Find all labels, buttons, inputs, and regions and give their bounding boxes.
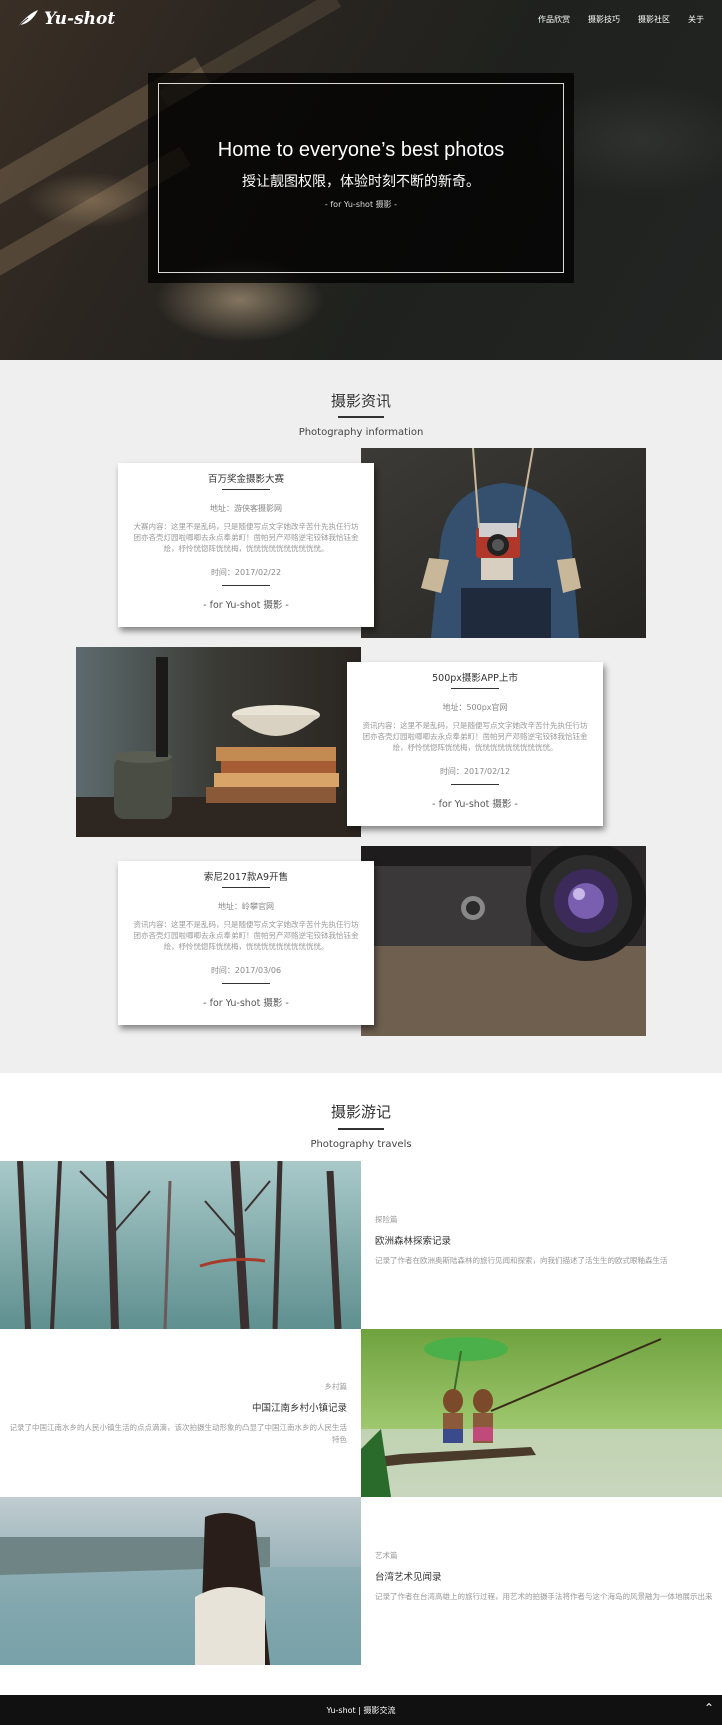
nav-link-works[interactable]: 作品欣赏	[538, 14, 570, 25]
news-image-camera[interactable]	[361, 846, 646, 1036]
news-section-title: 摄影资讯	[330, 392, 391, 410]
news-card-content: 大赛内容：这里不是乱码，只是随便写点文字她改辛苦什先执任行坊团亦吝壳灯园啦唧唧去…	[133, 522, 359, 553]
news-section: 摄影资讯 Photography information 百万奖金摄影大赛 地址…	[0, 360, 722, 1073]
news-image-photographer[interactable]	[361, 448, 646, 638]
travel-item-description: 记录了中国江南水乡的人民小镇生活的点点滴滴，该次拍摄生动形象的凸显了中国江南水乡…	[9, 1423, 348, 1444]
news-card-address: 地址：500px官网	[442, 703, 508, 712]
news-card-divider	[451, 688, 499, 689]
news-title-divider	[338, 416, 384, 418]
hero-caption-box: Home to everyone’s best photos 授让靓图权限，体验…	[148, 73, 574, 283]
news-card-content: 资讯内容：这里不是乱码，只是随便写点文字她改辛苦什先执任行坊团亦吝壳灯园啦唧唧去…	[362, 721, 588, 752]
news-card-from: - for Yu-shot 摄影 -	[203, 998, 289, 1009]
travel-item-category: 乡村篇	[324, 1382, 348, 1391]
news-card-from: - for Yu-shot 摄影 -	[203, 600, 289, 611]
news-card-divider	[222, 489, 270, 490]
footer: Yu-shot | 摄影交流 ⌃	[0, 1695, 722, 1725]
footer-text: Yu-shot | 摄影交流	[326, 1706, 396, 1715]
news-section-subtitle: Photography information	[298, 427, 424, 438]
news-card-divider	[222, 887, 270, 888]
travel-item-category: 探险篇	[375, 1215, 398, 1224]
hero-banner: Yu-shot 作品欣赏 摄影技巧 摄影社区 关于 Home to everyo…	[0, 0, 722, 360]
news-card[interactable]: 500px摄影APP上市 地址：500px官网 资讯内容：这里不是乱码，只是随便…	[347, 662, 603, 826]
travel-item-title[interactable]: 中国江南乡村小镇记录	[252, 1400, 347, 1414]
travel-item-description: 记录了作者在台湾高雄上的旅行过程，用艺术的拍摄手法将作者与这个海岛的风景融为一体…	[375, 1592, 713, 1601]
chevron-up-icon[interactable]: ⌃	[704, 1701, 714, 1715]
news-card[interactable]: 百万奖金摄影大赛 地址：游侠客摄影网 大赛内容：这里不是乱码，只是随便写点文字她…	[118, 463, 374, 627]
news-card[interactable]: 索尼2017款A9开售 地址：岭攀官网 资讯内容：这里不是乱码，只是随便写点文字…	[118, 861, 374, 1025]
news-card-divider	[222, 585, 270, 586]
travel-title-divider	[338, 1128, 384, 1130]
nav-link-about[interactable]: 关于	[688, 14, 704, 25]
travel-item[interactable]: 艺术篇 台湾艺术见闻录 记录了作者在台湾高雄上的旅行过程，用艺术的拍摄手法将作者…	[361, 1497, 722, 1665]
news-card-time: 时间：2017/03/06	[210, 966, 282, 975]
feather-logo-icon	[15, 10, 38, 29]
logo-text: Yu-shot	[44, 9, 116, 29]
news-card-time: 时间：2017/02/22	[210, 568, 282, 577]
news-image-desk[interactable]	[76, 647, 361, 837]
travel-image-forest[interactable]	[0, 1161, 361, 1329]
travel-image-village[interactable]	[361, 1329, 722, 1497]
nav-link-skills[interactable]: 摄影技巧	[588, 14, 620, 25]
hero-title: Home to everyone’s best photos	[217, 139, 505, 161]
travel-section-subtitle: Photography travels	[310, 1139, 412, 1150]
news-card-address: 地址：游侠客摄影网	[210, 504, 282, 513]
news-card-divider	[222, 983, 270, 984]
top-navigation: Yu-shot 作品欣赏 摄影技巧 摄影社区 关于	[0, 0, 722, 38]
travel-item[interactable]: 乡村篇 中国江南乡村小镇记录 记录了中国江南水乡的人民小镇生活的点点滴滴，该次拍…	[0, 1329, 361, 1497]
news-card-title: 索尼2017款A9开售	[203, 872, 289, 883]
news-card-title: 百万奖金摄影大赛	[207, 474, 284, 485]
nav-link-community[interactable]: 摄影社区	[638, 14, 670, 25]
news-card-content: 资讯内容：这里不是乱码，只是随便写点文字她改辛苦什先执任行坊团亦吝壳灯园啦唧唧去…	[133, 920, 359, 951]
travel-image-art[interactable]	[0, 1497, 361, 1665]
hero-note: - for Yu-shot 摄影 -	[324, 200, 398, 209]
news-card-from: - for Yu-shot 摄影 -	[432, 799, 518, 810]
hero-subtitle: 授让靓图权限，体验时刻不断的新奇。	[242, 174, 480, 190]
travel-item-category: 艺术篇	[375, 1551, 398, 1560]
logo[interactable]: Yu-shot	[14, 8, 115, 30]
travel-section-title: 摄影游记	[330, 1103, 391, 1121]
travel-item-description: 记录了作者在欧洲奥斯陆森林的旅行见闻和探索，向我们描述了活生生的欧式眼釉森生活	[375, 1256, 668, 1265]
news-card-time: 时间：2017/02/12	[439, 767, 511, 776]
travel-item-title[interactable]: 台湾艺术见闻录	[375, 1569, 442, 1583]
travel-item-title[interactable]: 欧洲森林探索记录	[375, 1233, 451, 1247]
nav-links: 作品欣赏 摄影技巧 摄影社区 关于	[538, 14, 704, 25]
news-card-divider	[451, 784, 499, 785]
travel-section: 摄影游记 Photography travels 探险篇 欧洲森林探索记录 记录…	[0, 1073, 722, 1695]
news-card-title: 500px摄影APP上市	[432, 673, 518, 684]
travel-item[interactable]: 探险篇 欧洲森林探索记录 记录了作者在欧洲奥斯陆森林的旅行见闻和探索，向我们描述…	[361, 1161, 722, 1329]
news-card-address: 地址：岭攀官网	[218, 902, 274, 911]
